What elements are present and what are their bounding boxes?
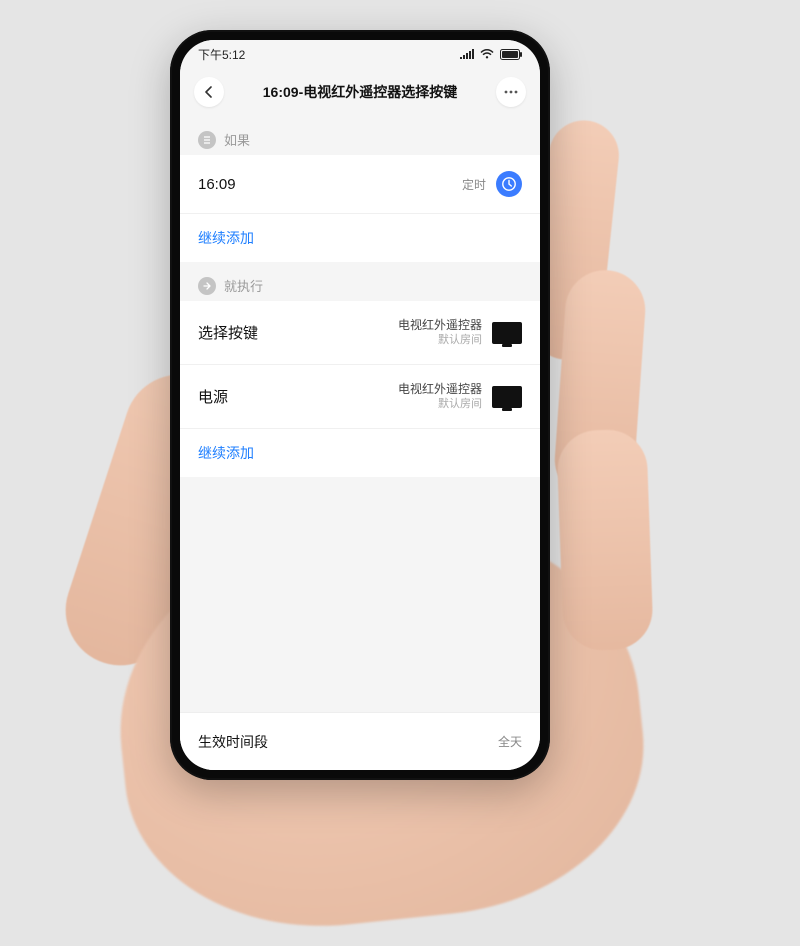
- action-device: 电视红外遥控器: [398, 317, 482, 333]
- if-label: 如果: [224, 130, 250, 149]
- effective-period-label: 生效时间段: [198, 732, 498, 752]
- if-add-link[interactable]: 继续添加: [180, 214, 540, 262]
- then-section-header: 就执行: [180, 262, 540, 301]
- list-icon: [198, 131, 216, 149]
- arrow-right-icon: [198, 277, 216, 295]
- condition-time-value: 16:09: [198, 176, 462, 193]
- phone-frame: 下午5:12 16:09-电视红外遥控器选择按键: [170, 30, 550, 780]
- then-add-link[interactable]: 继续添加: [180, 429, 540, 477]
- condition-time-row[interactable]: 16:09 定时: [180, 155, 540, 214]
- content-area: 如果 16:09 定时 继续添加 就执行 选择按键: [180, 116, 540, 770]
- battery-icon: [500, 49, 522, 60]
- status-bar: 下午5:12: [180, 40, 540, 68]
- if-section-header: 如果: [180, 116, 540, 155]
- action-room: 默认房间: [438, 333, 482, 348]
- status-time: 下午5:12: [198, 46, 245, 63]
- back-button[interactable]: [194, 77, 224, 107]
- ellipsis-icon: [504, 90, 518, 94]
- more-button[interactable]: [496, 77, 526, 107]
- clock-icon: [496, 171, 522, 197]
- action-title: 电源: [198, 386, 398, 407]
- tv-icon: [492, 322, 522, 344]
- wifi-icon: [480, 49, 494, 59]
- screen: 下午5:12 16:09-电视红外遥控器选择按键: [180, 40, 540, 770]
- app-bar: 16:09-电视红外遥控器选择按键: [180, 68, 540, 116]
- chevron-left-icon: [203, 86, 215, 98]
- signal-icon: [460, 49, 474, 59]
- action-room: 默认房间: [438, 397, 482, 412]
- action-row[interactable]: 电源 电视红外遥控器 默认房间: [180, 365, 540, 429]
- action-row[interactable]: 选择按键 电视红外遥控器 默认房间: [180, 301, 540, 365]
- page-title: 16:09-电视红外遥控器选择按键: [224, 82, 496, 102]
- action-title: 选择按键: [198, 322, 398, 343]
- effective-period-value: 全天: [498, 733, 522, 750]
- condition-time-tag: 定时: [462, 176, 486, 193]
- tv-icon: [492, 386, 522, 408]
- effective-period-row[interactable]: 生效时间段 全天: [180, 712, 540, 770]
- action-device: 电视红外遥控器: [398, 381, 482, 397]
- footer-area: 生效时间段 全天: [180, 712, 540, 770]
- then-label: 就执行: [224, 276, 263, 295]
